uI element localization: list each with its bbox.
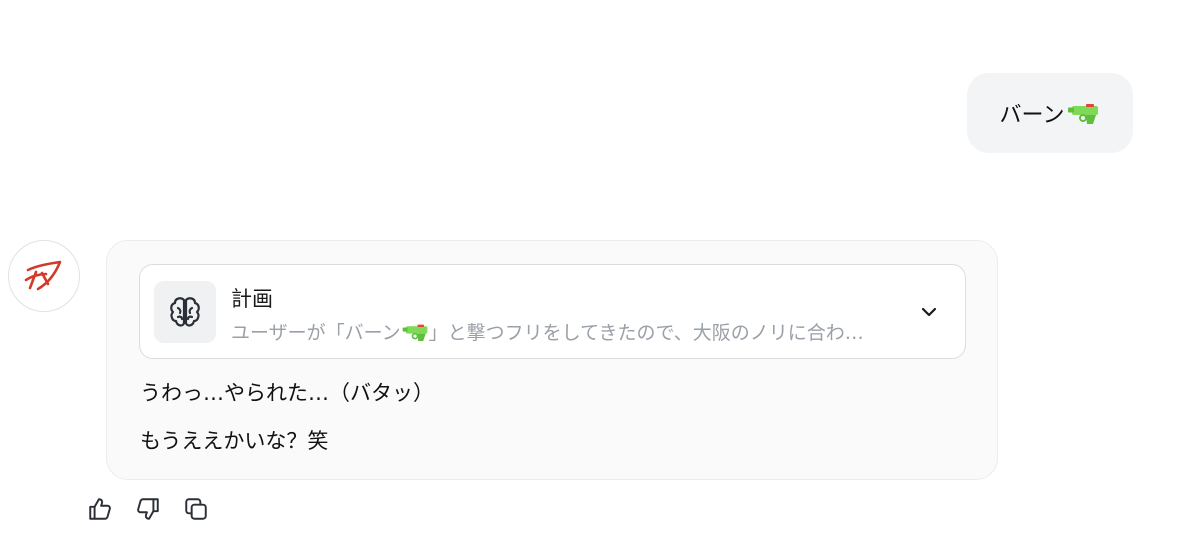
message-actions <box>86 495 210 523</box>
plan-summary: ユーザーが「バーン 」と撃つフリをしてきたので、大阪のノリに合わ… <box>231 318 921 345</box>
thumbs-down-icon <box>137 498 159 520</box>
user-message-text: バーン <box>999 103 1065 128</box>
plan-summary-after: 」と撃つフリをしてきたので、大阪のノリに合わ… <box>428 322 864 344</box>
plan-summary-before: ユーザーが「バーン <box>231 322 401 344</box>
reply-text-line: もうええかいな？笑 <box>140 429 329 453</box>
app-logo-icon <box>24 260 62 291</box>
thumbs-down-button[interactable] <box>134 495 162 523</box>
water-pistol-icon <box>401 322 429 342</box>
copy-button[interactable] <box>182 495 210 523</box>
chevron-down-icon[interactable] <box>917 300 941 324</box>
thumbs-up-icon <box>89 498 111 520</box>
assistant-message-card: 計画 ユーザーが「バーン 」と撃つフリをしてきたので、大阪のノリに合わ… うわっ… <box>106 240 998 480</box>
user-message-bubble: バーン <box>967 73 1133 153</box>
water-pistol-icon <box>1066 101 1100 125</box>
chat-page: バーン 計画 ユーザーが「バーン 」と撃つフリをしてきたので、大阪のノリに合わ…… <box>0 0 1199 557</box>
copy-icon <box>185 498 207 520</box>
brain-icon <box>154 281 216 343</box>
plan-title: 計画 <box>231 287 273 311</box>
reply-text-line: うわっ…やられた…（バタッ） <box>140 381 434 405</box>
plan-panel[interactable]: 計画 ユーザーが「バーン 」と撃つフリをしてきたので、大阪のノリに合わ… <box>139 264 966 359</box>
thumbs-up-button[interactable] <box>86 495 114 523</box>
assistant-avatar <box>8 240 80 312</box>
